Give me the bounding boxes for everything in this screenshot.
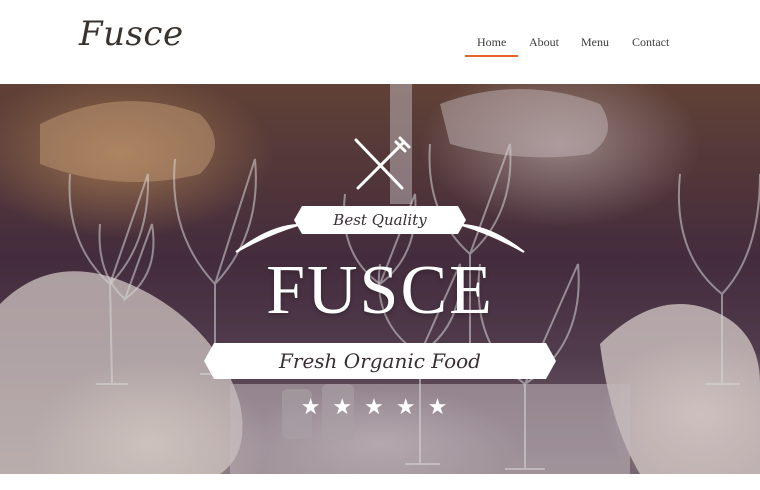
- hero-badge: Best Quality FUSCE Fresh Organic Food ★★…: [0, 84, 760, 474]
- hero-title: FUSCE: [266, 252, 494, 329]
- rating-stars: ★★★★★: [300, 394, 460, 419]
- site-header: Fusce Home About Menu Contact: [0, 0, 760, 84]
- nav-menu[interactable]: Menu: [581, 35, 609, 50]
- page-bottom: [0, 474, 760, 490]
- best-quality-ribbon: Best Quality: [302, 206, 458, 234]
- main-nav: Home About Menu Contact: [0, 35, 760, 59]
- fork-knife-icon: [354, 136, 411, 190]
- nav-home[interactable]: Home: [464, 35, 519, 57]
- nav-contact[interactable]: Contact: [632, 35, 669, 50]
- nav-about[interactable]: About: [529, 35, 559, 50]
- subtitle-ribbon: Fresh Organic Food: [214, 343, 546, 379]
- hero-banner: Best Quality FUSCE Fresh Organic Food ★★…: [0, 84, 760, 474]
